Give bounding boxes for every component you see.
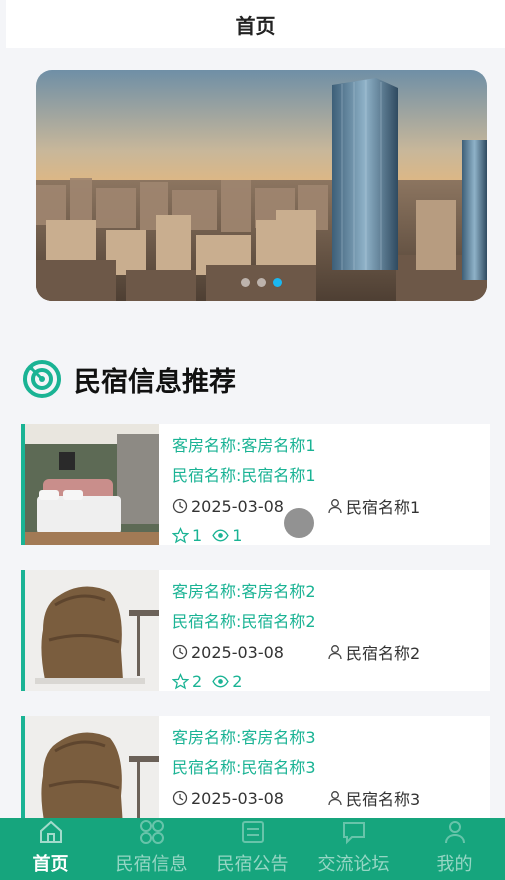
top-navigation-bar: 首页 (6, 0, 505, 48)
tab-mine[interactable]: 我的 (404, 818, 505, 880)
owner-name: 民宿名称2 (346, 644, 421, 663)
notice-icon (241, 821, 264, 843)
tab-label: 交流论坛 (317, 854, 390, 875)
tab-home[interactable]: 首页 (0, 818, 101, 880)
section-title: 民宿信息推荐 (74, 366, 236, 398)
tab-homestay-info[interactable]: 民宿信息 (101, 818, 202, 880)
clock-icon (172, 498, 188, 514)
carousel-dot-active[interactable] (273, 278, 282, 287)
like-count: 1 (192, 525, 203, 545)
eye-icon (212, 675, 229, 687)
user-icon (328, 645, 342, 660)
app-screen: 首页 民宿信息推荐 客房名称:客房名称1 民宿名称:民宿名称1 2025-03-… (0, 0, 505, 880)
bedroom-image (25, 424, 159, 545)
view-count: 2 (232, 671, 243, 691)
bottom-tab-bar: 首页 民宿信息 民宿公告 交流论坛 我的 (0, 818, 505, 880)
user-icon (328, 791, 342, 806)
grid-icon (139, 820, 164, 844)
target-icon (23, 360, 61, 398)
publish-date: 2025-03-08 (191, 788, 284, 808)
city-skyline-image (36, 70, 487, 301)
publish-date: 2025-03-08 (191, 642, 284, 662)
eye-icon (212, 529, 229, 541)
tab-forum[interactable]: 交流论坛 (303, 818, 404, 880)
homestay-name: 民宿名称:民宿名称3 (172, 758, 316, 777)
home-icon (39, 820, 62, 843)
carousel-dot[interactable] (257, 278, 266, 287)
banner-carousel[interactable] (36, 70, 487, 301)
listing-card[interactable]: 客房名称:客房名称1 民宿名称:民宿名称1 2025-03-08 民宿名称1 1… (21, 424, 490, 545)
tab-label: 我的 (436, 854, 473, 875)
section-header: 民宿信息推荐 (22, 355, 236, 403)
owner-name: 民宿名称1 (346, 498, 421, 517)
room-name: 客房名称:客房名称3 (172, 728, 316, 747)
chair-image (25, 570, 159, 691)
listing-thumbnail (25, 570, 159, 691)
clock-icon (172, 790, 188, 806)
listing-thumbnail (25, 424, 159, 545)
publish-date: 2025-03-08 (191, 496, 284, 516)
carousel-dot[interactable] (241, 278, 250, 287)
chat-icon (342, 822, 365, 845)
star-icon[interactable] (172, 672, 189, 690)
tab-label: 首页 (32, 854, 69, 875)
like-count: 2 (192, 671, 203, 691)
page-title: 首页 (235, 13, 276, 38)
user-icon (444, 821, 465, 844)
homestay-name: 民宿名称:民宿名称2 (172, 612, 316, 631)
view-count: 1 (232, 525, 243, 545)
tab-label: 民宿信息 (115, 854, 188, 875)
homestay-name: 民宿名称:民宿名称1 (172, 466, 316, 485)
owner-name: 民宿名称3 (346, 790, 421, 809)
star-icon[interactable] (172, 526, 189, 544)
user-icon (328, 499, 342, 514)
tab-label: 民宿公告 (216, 854, 289, 875)
listing-card[interactable]: 客房名称:客房名称2 民宿名称:民宿名称2 2025-03-08 民宿名称2 2… (21, 570, 490, 691)
carousel-indicator (36, 278, 487, 287)
clock-icon (172, 644, 188, 660)
room-name: 客房名称:客房名称2 (172, 582, 316, 601)
room-name: 客房名称:客房名称1 (172, 436, 316, 455)
tab-homestay-notice[interactable]: 民宿公告 (202, 818, 303, 880)
listing-list: 客房名称:客房名称1 民宿名称:民宿名称1 2025-03-08 民宿名称1 1… (21, 424, 490, 862)
touch-indicator (284, 508, 314, 538)
